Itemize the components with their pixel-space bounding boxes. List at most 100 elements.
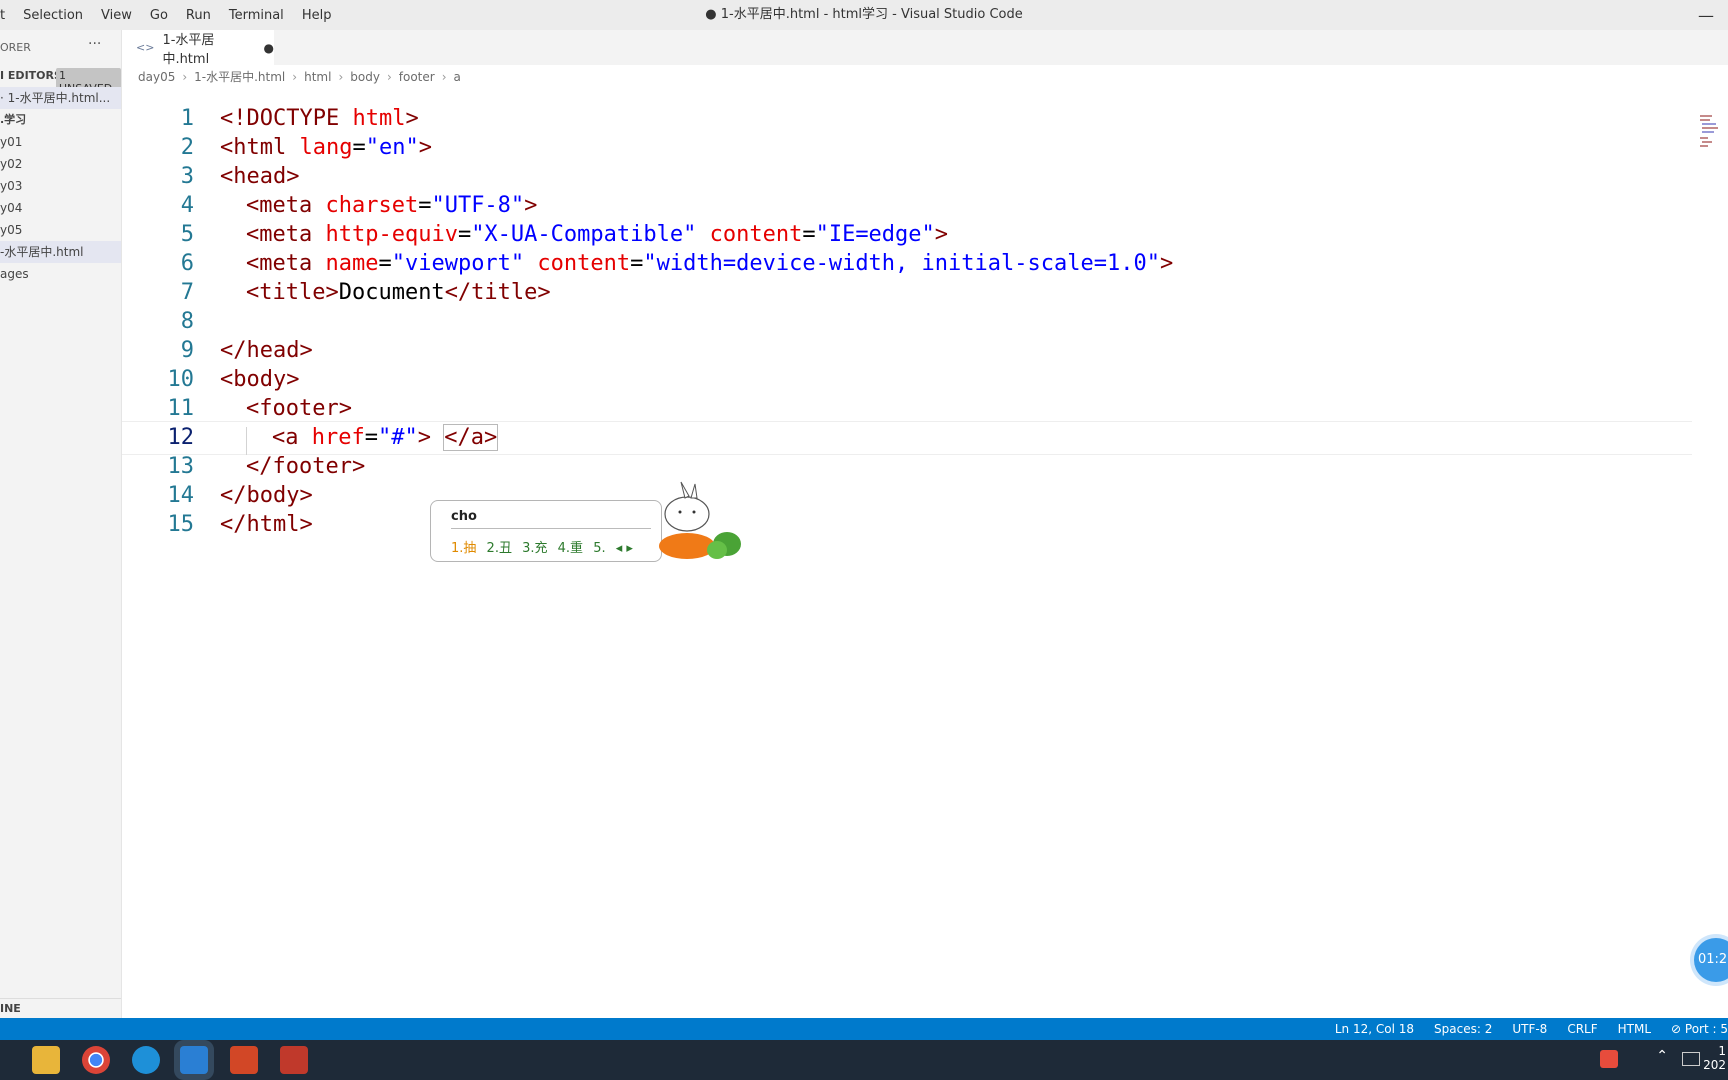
breadcrumb: day05 › 1-水平居中.html › html › body › footer › … [138,66,461,88]
taskbar: ⌃ 1 202 [0,1040,1728,1080]
code-text: <title>Document</title> [246,280,551,305]
open-editors-header[interactable]: I EDITORS [0,69,62,82]
code-text: <html lang="en"> [220,135,432,160]
line-number: 9 [180,338,194,363]
breadcrumb-item[interactable]: day05 [138,66,175,88]
breadcrumb-item[interactable]: a [454,66,461,88]
menu-item-view[interactable]: View [92,8,141,23]
line-number: 2 [180,135,194,160]
explorer-header: ORER [0,41,31,54]
breadcrumb-item[interactable]: 1-水平居中.html [194,66,285,88]
line-number: 1 [180,106,194,131]
folder-item[interactable]: ages [0,263,121,285]
ime-candidate[interactable]: 5. [593,541,605,556]
editor-tab[interactable]: <> 1-水平居中.html ● [122,30,274,67]
line-ending[interactable]: CRLF [1567,1022,1597,1036]
minimap[interactable] [1700,115,1718,151]
code-line-current: 12 <a href="#"> </a> [122,421,1692,455]
menu-bar: t Selection View Go Run Terminal Help [0,0,340,30]
ime-candidates: 1.抽 2.丑 3.充 4.重 5. ◂ ▸ [451,537,639,556]
open-editor-item[interactable]: · 1-水平居中.html... [0,87,121,109]
keyboard-icon[interactable] [1682,1052,1700,1066]
file-item-active[interactable]: -水平居中.html [0,241,121,263]
ime-bunny-mascot-icon [659,481,741,559]
page-arrows-icon[interactable]: ◂ ▸ [616,541,633,556]
menu-item-run[interactable]: Run [177,8,220,23]
code-line: 8 [122,306,1692,338]
clock[interactable]: 1 202 [1703,1044,1726,1072]
chevron-right-icon: › [338,70,344,84]
indentation[interactable]: Spaces: 2 [1434,1022,1492,1036]
more-actions-icon[interactable]: ··· [88,36,101,52]
indent-guide [246,427,247,455]
sogou-ime-icon[interactable] [1600,1050,1618,1068]
ime-candidate-window[interactable]: cho 1.抽 2.丑 3.充 4.重 5. ◂ ▸ [430,500,662,562]
folder-item[interactable]: y01 [0,131,121,153]
workspace-folder[interactable]: .学习 [0,109,121,131]
file-explorer-icon[interactable] [32,1046,60,1074]
code-text: <meta http-equiv="X-UA-Compatible" conte… [246,222,949,247]
code-line: 3 <head> [122,161,1692,193]
chevron-right-icon: › [292,70,298,84]
chrome-icon[interactable] [82,1046,110,1074]
line-number: 5 [180,222,194,247]
code-text: <body> [220,367,300,392]
tab-label: 1-水平居中.html [162,32,215,67]
language-mode[interactable]: HTML [1618,1022,1651,1036]
code-line: 5 <meta http-equiv="X-UA-Compatible" cont… [122,219,1692,251]
ime-candidate[interactable]: 3.充 [522,541,547,556]
ime-candidate[interactable]: 1.抽 [451,541,476,556]
breadcrumb-item[interactable]: html [304,66,331,88]
code-line: 10 <body> [122,364,1692,396]
unsaved-dot-icon[interactable]: ● [264,41,274,55]
app-icon[interactable] [280,1046,308,1074]
clock-date: 202 [1703,1058,1726,1072]
code-line: 1 <!DOCTYPE html> [122,103,1692,135]
code-text: <meta name="viewport" content="width=dev… [246,251,1174,276]
cursor-position[interactable]: Ln 12, Col 18 [1335,1022,1414,1036]
code-text: </body> [220,483,313,508]
clock-time: 1 [1718,1044,1726,1058]
line-number: 14 [167,483,195,508]
menu-item[interactable]: t [0,8,14,23]
line-number: 7 [180,280,194,305]
ime-candidate[interactable]: 4.重 [558,541,583,556]
code-line: 4 <meta charset="UTF-8"> [122,190,1692,222]
code-line: 9 </head> [122,335,1692,367]
breadcrumb-item[interactable]: body [350,66,380,88]
vscode-icon[interactable] [180,1046,208,1074]
live-server-port[interactable]: ⊘ Port : 5 [1671,1022,1728,1036]
ime-input: cho [451,509,651,529]
code-text: </footer> [246,454,366,479]
folder-item[interactable]: y02 [0,153,121,175]
line-number: 6 [180,251,194,276]
ime-candidate[interactable]: 2.丑 [487,541,512,556]
folder-item[interactable]: y03 [0,175,121,197]
breadcrumb-item[interactable]: footer [399,66,435,88]
title-bar: t Selection View Go Run Terminal Help ● … [0,0,1728,30]
chevron-right-icon: › [182,70,188,84]
tab-bar: <> 1-水平居中.html ● [122,30,1728,67]
chevron-up-icon[interactable]: ⌃ [1656,1048,1668,1064]
menu-item-help[interactable]: Help [293,8,341,23]
minimize-button[interactable]: — [1698,6,1714,25]
code-text: </head> [220,338,313,363]
line-number: 3 [180,164,194,189]
code-line: 7 <title>Document</title> [122,277,1692,309]
code-line: 15 </html> [122,509,1692,541]
code-text: <!DOCTYPE html> [220,106,419,131]
code-line: 6 <meta name="viewport" content="width=de… [122,248,1692,280]
code-line: 13 </footer> [122,451,1692,483]
line-number: 12 [167,425,195,450]
menu-item-selection[interactable]: Selection [14,8,92,23]
outline-header[interactable]: INE [0,998,121,1015]
code-line: 14 </body> [122,480,1692,512]
folder-item[interactable]: y05 [0,219,121,241]
powerpoint-icon[interactable] [230,1046,258,1074]
menu-item-terminal[interactable]: Terminal [220,8,293,23]
encoding[interactable]: UTF-8 [1512,1022,1547,1036]
folder-item[interactable]: y04 [0,197,121,219]
edge-icon[interactable] [132,1046,160,1074]
menu-item-go[interactable]: Go [141,8,177,23]
line-number: 10 [167,367,195,392]
